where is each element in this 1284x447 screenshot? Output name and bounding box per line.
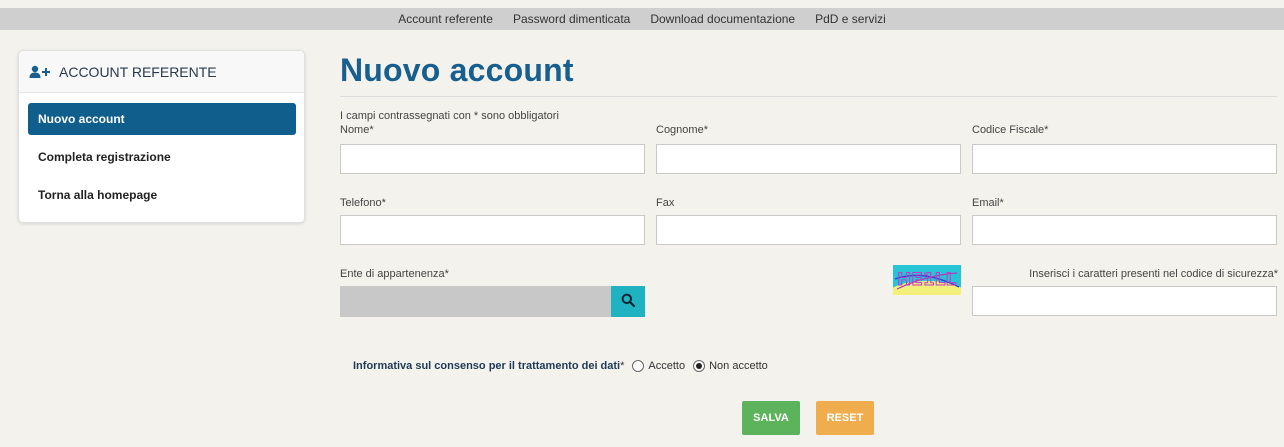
nav-pdd-servizi[interactable]: PdD e servizi — [815, 12, 886, 26]
consent-accetto-radio[interactable] — [632, 360, 645, 372]
consent-accetto-label: Accetto — [648, 360, 686, 372]
ente-label: Ente di appartenenza* — [340, 268, 449, 280]
cognome-input[interactable] — [656, 144, 961, 174]
page-title: Nuovo account — [340, 52, 574, 88]
fax-input[interactable] — [656, 215, 961, 245]
nav-download-documentazione[interactable]: Download documentazione — [650, 12, 795, 26]
captcha-image: HE1LL — [893, 265, 961, 295]
sidebar-item-torna-homepage[interactable]: Torna alla homepage — [28, 179, 296, 211]
nome-input[interactable] — [340, 144, 645, 174]
sidebar-header: ACCOUNT REFERENTE — [19, 51, 304, 93]
top-navigation: Account referente Password dimenticata D… — [0, 8, 1284, 30]
captcha-label: Inserisci i caratteri presenti nel codic… — [1029, 268, 1278, 280]
sidebar: ACCOUNT REFERENTE Nuovo account Completa… — [18, 50, 305, 223]
sidebar-item-label: Torna alla homepage — [38, 188, 158, 202]
nav-account-referente[interactable]: Account referente — [398, 12, 493, 26]
sidebar-header-title: ACCOUNT REFERENTE — [59, 63, 217, 80]
fax-label: Fax — [656, 197, 675, 209]
captcha-input[interactable] — [972, 286, 1277, 316]
reset-button[interactable]: RESET — [816, 401, 874, 435]
sidebar-item-completa-registrazione[interactable]: Completa registrazione — [28, 141, 296, 173]
email-label: Email* — [972, 197, 1004, 209]
ente-input — [340, 286, 611, 317]
codice-fiscale-label: Codice Fiscale* — [972, 124, 1049, 136]
email-input[interactable] — [972, 215, 1277, 245]
save-button[interactable]: SALVA — [742, 401, 800, 435]
nome-label: Nome* — [340, 124, 374, 136]
codice-fiscale-input[interactable] — [972, 144, 1277, 174]
consent-group: Informativa sul consenso per il trattame… — [353, 360, 768, 372]
consent-non-accetto-label: Non accetto — [709, 360, 768, 372]
consent-non-accetto-radio[interactable] — [693, 360, 706, 372]
sidebar-item-nuovo-account[interactable]: Nuovo account — [28, 103, 296, 135]
search-icon — [621, 293, 636, 310]
consent-label: Informativa sul consenso per il trattame… — [353, 360, 621, 372]
captcha-code: HE1LL — [897, 270, 957, 290]
title-divider — [340, 96, 1277, 97]
user-plus-icon — [29, 65, 51, 79]
sidebar-item-label: Nuovo account — [38, 112, 125, 126]
telefono-label: Telefono* — [340, 197, 386, 209]
sidebar-item-label: Completa registrazione — [38, 150, 171, 164]
nav-password-dimenticata[interactable]: Password dimenticata — [513, 12, 630, 26]
cognome-label: Cognome* — [656, 124, 708, 136]
consent-required-asterisk: * — [620, 360, 625, 372]
ente-search-button[interactable] — [611, 286, 645, 317]
required-note: I campi contrassegnati con * sono obblig… — [340, 110, 559, 122]
telefono-input[interactable] — [340, 215, 645, 245]
